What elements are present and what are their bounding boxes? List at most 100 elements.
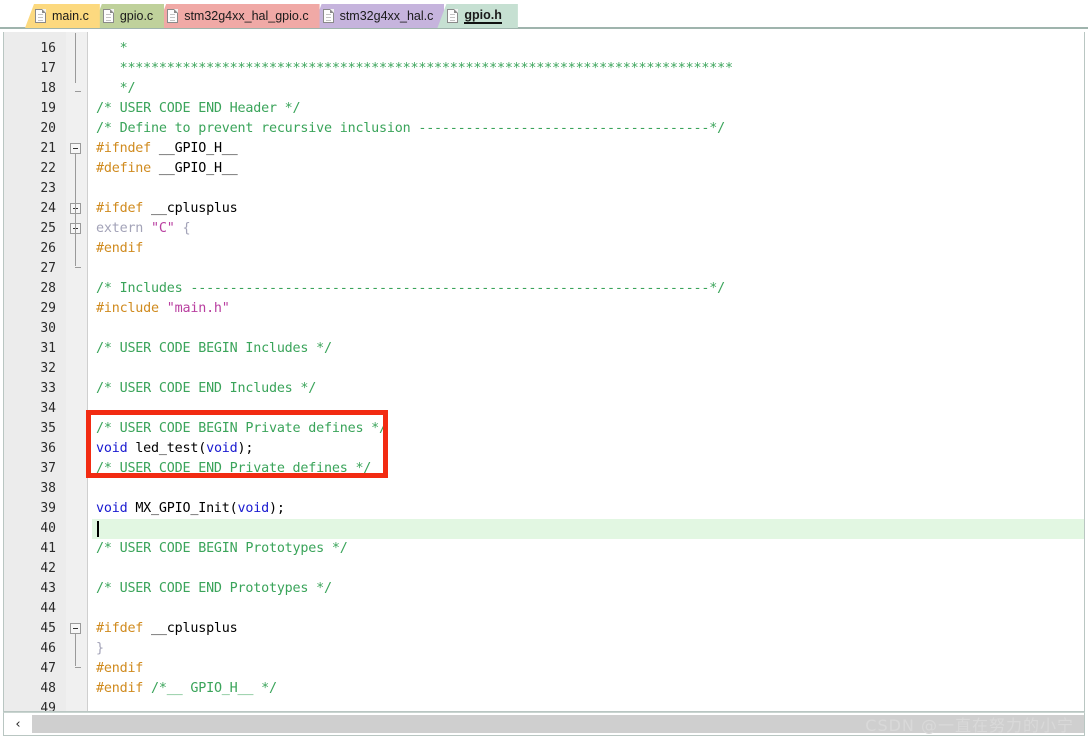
scroll-left-arrow-icon[interactable]: ‹ xyxy=(4,713,32,735)
code-token: extern xyxy=(96,221,152,236)
code-token: /* USER CODE BEGIN Includes */ xyxy=(96,341,332,356)
code-line[interactable]: 41 /* USER CODE BEGIN Prototypes */ xyxy=(4,539,1084,559)
code-token: MX_GPIO_Init( xyxy=(127,501,238,516)
code-line[interactable]: 36 void led_test(void); xyxy=(4,439,1084,459)
code-line[interactable]: 19 /* USER CODE END Header */ xyxy=(4,99,1084,119)
code-token: __cplusplus xyxy=(143,201,238,216)
line-number: 48 xyxy=(40,681,56,696)
code-line-text: extern "C" { xyxy=(96,219,191,239)
code-line[interactable]: 49 xyxy=(4,699,1084,711)
line-number: 43 xyxy=(40,581,56,596)
code-line[interactable]: 29 #include "main.h" xyxy=(4,299,1084,319)
code-line-text: /* USER CODE END Prototypes */ xyxy=(96,579,332,599)
file-icon xyxy=(322,9,334,23)
code-token: #endif xyxy=(96,661,144,676)
code-token: #ifdef xyxy=(96,201,144,216)
line-number: 19 xyxy=(40,101,56,116)
code-line-text: #ifdef __cplusplus xyxy=(96,619,238,639)
line-number: 21 xyxy=(40,141,56,156)
editor-tab-bar: main.c gpio.c stm32g4xx_hal_gpio.c stm32g4x… xyxy=(0,0,1088,29)
code-line[interactable]: 30 xyxy=(4,319,1084,339)
code-line-text: /* Define to prevent recursive inclusion… xyxy=(96,119,725,139)
code-line[interactable]: 24 #ifdef __cplusplus xyxy=(4,199,1084,219)
code-line[interactable]: 43 /* USER CODE END Prototypes */ xyxy=(4,579,1084,599)
code-token: void xyxy=(206,441,238,456)
code-line-text: } xyxy=(96,639,104,659)
code-token: /*__ GPIO_H__ */ xyxy=(151,681,277,696)
code-token: } xyxy=(96,641,104,656)
code-token: /* USER CODE BEGIN Prototypes */ xyxy=(96,541,348,556)
code-line[interactable]: 28 /* Includes --------------------------… xyxy=(4,279,1084,299)
code-line[interactable]: 17 *************************************… xyxy=(4,59,1084,79)
code-line-text: void MX_GPIO_Init(void); xyxy=(96,499,285,519)
tab-gpio-h[interactable]: gpio.h xyxy=(437,4,518,28)
code-line-text: #ifdef __cplusplus xyxy=(96,199,238,219)
line-number: 33 xyxy=(40,381,56,396)
code-line[interactable]: 39 void MX_GPIO_Init(void); xyxy=(4,499,1084,519)
file-icon xyxy=(447,9,459,23)
file-icon xyxy=(35,9,46,23)
code-line-text: /* USER CODE END Includes */ xyxy=(96,379,316,399)
fold-region-end-marker xyxy=(75,267,81,268)
line-number: 47 xyxy=(40,661,56,676)
code-line-text: #endif xyxy=(96,659,143,679)
code-line[interactable]: 35 /* USER CODE BEGIN Private defines */ xyxy=(4,419,1084,439)
line-number: 24 xyxy=(40,201,56,216)
code-editor[interactable]: 16 * 17 *********************************… xyxy=(4,32,1084,711)
code-line[interactable]: 38 xyxy=(4,479,1084,499)
code-token: /* USER CODE BEGIN Private defines */ xyxy=(96,421,387,436)
code-token: __cplusplus xyxy=(143,621,238,636)
code-line[interactable]: 22 #define __GPIO_H__ xyxy=(4,159,1084,179)
code-line[interactable]: 34 xyxy=(4,399,1084,419)
code-line[interactable]: 20 /* Define to prevent recursive inclusi… xyxy=(4,119,1084,139)
code-line[interactable]: 45 #ifdef __cplusplus xyxy=(4,619,1084,639)
line-number: 35 xyxy=(40,421,56,436)
code-text-area[interactable]: 16 * 17 *********************************… xyxy=(4,32,1084,711)
horizontal-scrollbar[interactable]: ‹ CSDN @一直在努力的小宁 xyxy=(3,712,1085,736)
line-number: 28 xyxy=(40,281,56,296)
line-number: 17 xyxy=(40,61,56,76)
line-number: 41 xyxy=(40,541,56,556)
code-line-text: /* USER CODE END Header */ xyxy=(96,99,301,119)
code-token: #endif xyxy=(96,241,144,256)
code-token: void xyxy=(96,441,128,456)
code-line-text: #include "main.h" xyxy=(96,299,230,319)
code-line[interactable]: 31 /* USER CODE BEGIN Includes */ xyxy=(4,339,1084,359)
code-line[interactable]: 46} xyxy=(4,639,1084,659)
code-line[interactable]: 16 * xyxy=(4,39,1084,59)
code-token: * xyxy=(96,41,128,56)
line-number: 30 xyxy=(40,321,56,336)
tab-label: gpio.h xyxy=(464,8,502,24)
fold-collapse-icon[interactable] xyxy=(70,143,81,154)
tab-gpio-c[interactable]: gpio.c xyxy=(92,4,165,28)
code-line[interactable]: 23 xyxy=(4,179,1084,199)
code-line[interactable]: 47 #endif xyxy=(4,659,1084,679)
code-line[interactable]: 25 extern "C" { xyxy=(4,219,1084,239)
tab-label: gpio.c xyxy=(119,9,154,23)
code-line[interactable]: 42 xyxy=(4,559,1084,579)
code-line-text: #define __GPIO_H__ xyxy=(96,159,238,179)
line-number: 18 xyxy=(40,81,56,96)
tab-stm32g4xx-hal-c[interactable]: stm32g4xx_hal.c xyxy=(312,4,445,28)
code-line[interactable]: 40 xyxy=(4,519,1084,539)
scrollbar-thumb[interactable] xyxy=(32,715,1084,733)
fold-collapse-icon[interactable] xyxy=(70,623,81,634)
code-line[interactable]: 44 xyxy=(4,599,1084,619)
code-line[interactable]: 32 xyxy=(4,359,1084,379)
code-line[interactable]: 48 #endif /*__ GPIO_H__ */ xyxy=(4,679,1084,699)
code-line-text: /* Includes ----------------------------… xyxy=(96,279,725,299)
fold-connector-line xyxy=(75,154,76,266)
code-token: /* Includes ----------------------------… xyxy=(96,281,725,296)
code-line[interactable]: 33 /* USER CODE END Includes */ xyxy=(4,379,1084,399)
code-line[interactable]: 18 */ xyxy=(4,79,1084,99)
code-token: #include xyxy=(96,301,167,316)
code-line[interactable]: 26 #endif xyxy=(4,239,1084,259)
tab-stm32g4xx-hal-gpio-c[interactable]: stm32g4xx_hal_gpio.c xyxy=(157,4,320,28)
code-line[interactable]: 37 /* USER CODE END Private defines */ xyxy=(4,459,1084,479)
line-number: 31 xyxy=(40,341,56,356)
code-line[interactable]: 21 #ifndef __GPIO_H__ xyxy=(4,139,1084,159)
line-number: 45 xyxy=(40,621,56,636)
tab-main-c[interactable]: main.c xyxy=(25,4,100,28)
code-line[interactable]: 27 xyxy=(4,259,1084,279)
fold-connector-line xyxy=(75,33,76,83)
